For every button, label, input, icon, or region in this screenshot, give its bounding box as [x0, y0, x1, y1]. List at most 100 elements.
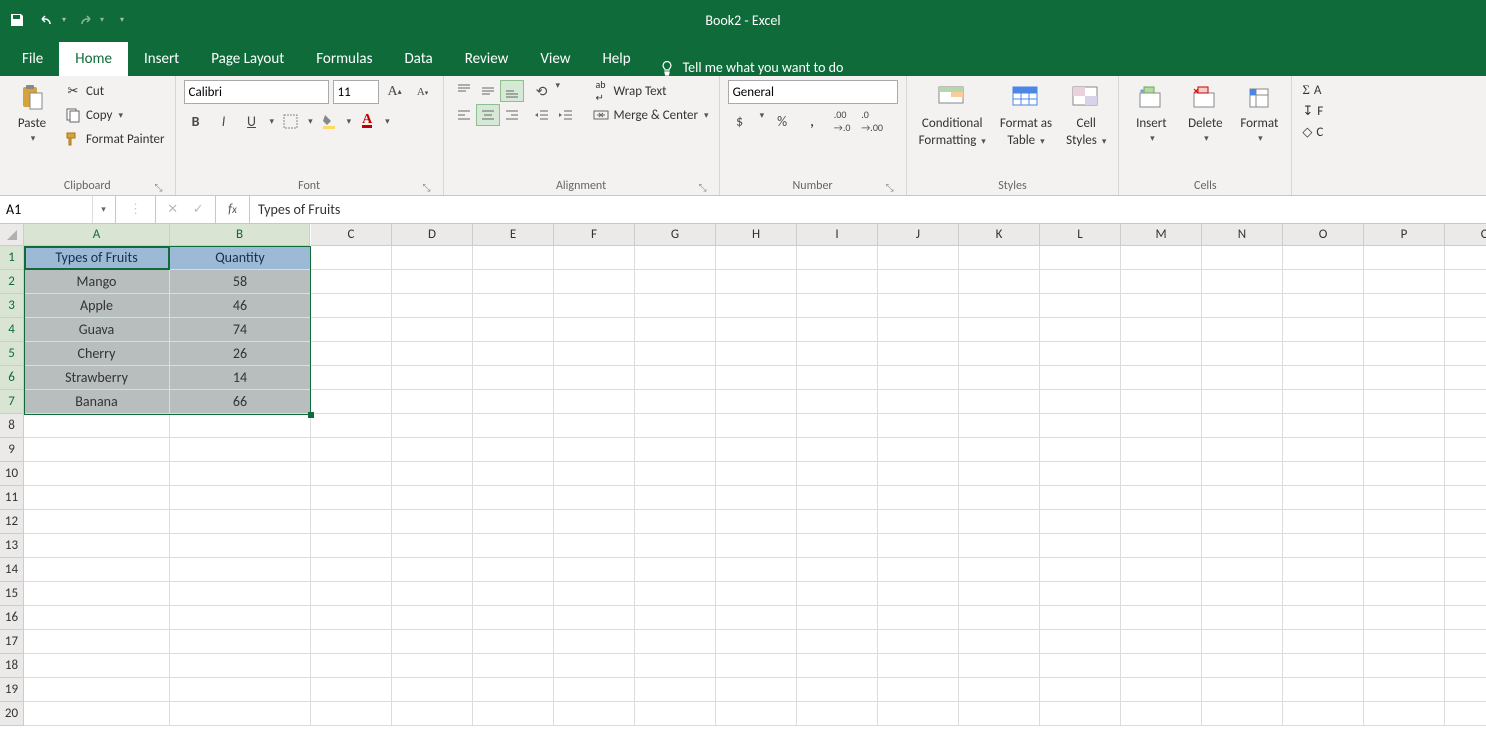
cell[interactable] — [392, 534, 473, 558]
cell[interactable] — [1202, 678, 1283, 702]
cell[interactable] — [959, 270, 1040, 294]
cell[interactable] — [635, 486, 716, 510]
column-header[interactable]: L — [1040, 224, 1121, 246]
cell[interactable] — [554, 702, 635, 726]
cell[interactable] — [1040, 534, 1121, 558]
cell[interactable] — [473, 366, 554, 390]
cell[interactable] — [716, 318, 797, 342]
cell[interactable] — [1121, 486, 1202, 510]
cell[interactable] — [878, 510, 959, 534]
cell[interactable] — [716, 294, 797, 318]
cell[interactable] — [1283, 342, 1364, 366]
cell[interactable] — [392, 558, 473, 582]
cell[interactable] — [392, 366, 473, 390]
cell[interactable] — [1364, 678, 1445, 702]
column-header[interactable]: K — [959, 224, 1040, 246]
cell[interactable]: Cherry — [24, 342, 170, 366]
cell[interactable] — [311, 534, 392, 558]
formula-bar[interactable]: Types of Fruits — [250, 196, 1486, 223]
cell[interactable] — [1121, 582, 1202, 606]
cell[interactable]: Guava — [24, 318, 170, 342]
decrease-indent-icon[interactable] — [530, 104, 554, 126]
cell[interactable] — [170, 582, 311, 606]
tab-data[interactable]: Data — [388, 42, 448, 76]
cell[interactable] — [1202, 582, 1283, 606]
column-header[interactable]: A — [24, 224, 170, 246]
cell[interactable] — [1202, 510, 1283, 534]
cell[interactable] — [554, 678, 635, 702]
column-header[interactable]: C — [311, 224, 392, 246]
cell[interactable] — [170, 654, 311, 678]
cell[interactable] — [311, 678, 392, 702]
cell[interactable] — [1283, 630, 1364, 654]
cell[interactable] — [1364, 414, 1445, 438]
cell[interactable] — [170, 678, 311, 702]
cell[interactable] — [1445, 366, 1486, 390]
cell[interactable] — [1121, 630, 1202, 654]
cell[interactable] — [1202, 534, 1283, 558]
cell[interactable] — [170, 486, 311, 510]
cell[interactable] — [311, 630, 392, 654]
cell[interactable] — [797, 534, 878, 558]
cell[interactable] — [1040, 486, 1121, 510]
dialog-launcher-icon[interactable]: ⤡ — [421, 181, 433, 193]
cell[interactable] — [1283, 654, 1364, 678]
cell[interactable] — [1445, 294, 1486, 318]
increase-font-icon[interactable]: A▴ — [383, 81, 407, 103]
column-header[interactable]: I — [797, 224, 878, 246]
cell[interactable] — [878, 414, 959, 438]
cell[interactable] — [716, 270, 797, 294]
cell[interactable] — [1364, 606, 1445, 630]
copy-button[interactable]: Copy ▾ — [62, 104, 167, 126]
cell[interactable] — [1121, 366, 1202, 390]
align-left-icon[interactable] — [452, 104, 476, 126]
column-header[interactable]: O — [1283, 224, 1364, 246]
cell[interactable] — [473, 390, 554, 414]
cell[interactable] — [635, 582, 716, 606]
cell[interactable] — [392, 630, 473, 654]
cell[interactable] — [1040, 438, 1121, 462]
cell[interactable] — [716, 486, 797, 510]
cell[interactable] — [1445, 342, 1486, 366]
cell[interactable] — [1202, 702, 1283, 726]
cell[interactable] — [1283, 366, 1364, 390]
cell[interactable] — [392, 294, 473, 318]
cell[interactable]: Apple — [24, 294, 170, 318]
cell[interactable] — [170, 630, 311, 654]
cell[interactable] — [716, 462, 797, 486]
cell[interactable] — [1040, 510, 1121, 534]
cell[interactable] — [878, 438, 959, 462]
cell[interactable] — [959, 390, 1040, 414]
cell[interactable] — [797, 438, 878, 462]
cell[interactable]: 74 — [170, 318, 311, 342]
insert-cells-button[interactable]: Insert▾ — [1127, 80, 1175, 146]
spreadsheet-grid[interactable]: ABCDEFGHIJKLMNOPQ1Types of FruitsQuantit… — [0, 224, 1486, 726]
cell[interactable] — [1202, 342, 1283, 366]
cell[interactable] — [716, 414, 797, 438]
decrease-font-icon[interactable]: A▾ — [411, 81, 435, 103]
borders-icon[interactable] — [278, 110, 302, 132]
cell[interactable] — [1364, 630, 1445, 654]
cell[interactable] — [878, 294, 959, 318]
cell[interactable] — [1283, 390, 1364, 414]
cell[interactable] — [311, 510, 392, 534]
name-box-input[interactable] — [0, 196, 92, 223]
cell[interactable] — [1040, 606, 1121, 630]
cell[interactable] — [1445, 270, 1486, 294]
cell[interactable] — [1040, 654, 1121, 678]
tab-pagelayout[interactable]: Page Layout — [195, 42, 300, 76]
cell[interactable] — [392, 246, 473, 270]
chevron-down-icon[interactable]: ▾ — [270, 116, 275, 127]
cell[interactable] — [1364, 342, 1445, 366]
cell[interactable]: Banana — [24, 390, 170, 414]
cell[interactable] — [1040, 294, 1121, 318]
cell[interactable] — [878, 246, 959, 270]
align-bottom-icon[interactable] — [500, 80, 524, 102]
cell[interactable] — [716, 390, 797, 414]
cell[interactable] — [24, 654, 170, 678]
cell[interactable] — [24, 534, 170, 558]
cell[interactable] — [797, 246, 878, 270]
cell[interactable] — [635, 342, 716, 366]
cell[interactable] — [554, 486, 635, 510]
cell[interactable] — [959, 366, 1040, 390]
